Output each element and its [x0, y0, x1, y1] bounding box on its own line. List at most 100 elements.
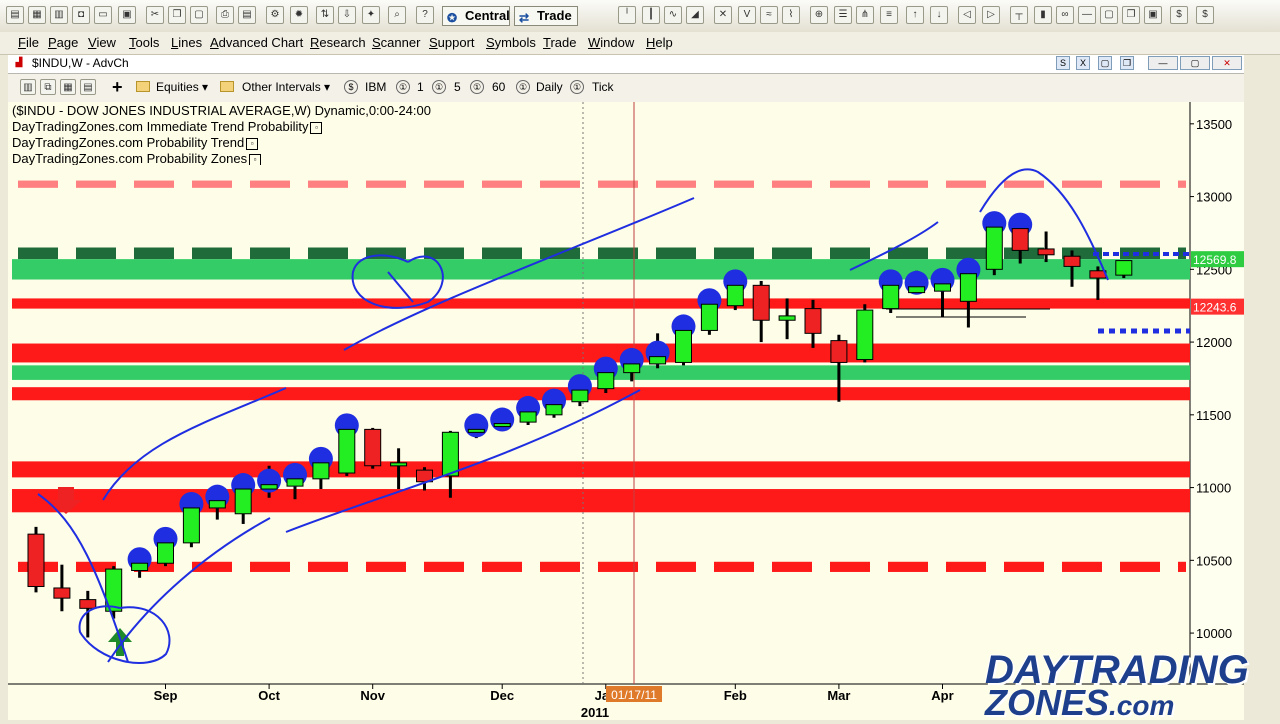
minimize-button[interactable]: — — [1148, 56, 1178, 70]
preview-icon[interactable]: ▤ — [238, 6, 256, 24]
candle-body[interactable] — [1037, 248, 1055, 256]
menu-advanced-chart[interactable]: Advanced Chart — [210, 35, 303, 50]
download-icon[interactable]: ⇩ — [338, 6, 356, 24]
scroll-right-icon[interactable]: ▷ — [982, 6, 1000, 24]
daily-button[interactable]: Daily — [536, 80, 563, 94]
price-chart[interactable]: 13500 13000 12500 12000 11500 11000 10500 10000… — [8, 102, 1244, 720]
candle-body[interactable] — [286, 478, 304, 487]
arrow-up-down-icon[interactable]: ⇅ — [316, 6, 334, 24]
maximize-button[interactable]: ▢ — [1180, 56, 1210, 70]
search-icon[interactable]: ⌕ — [388, 6, 406, 24]
arrow-up-icon[interactable]: ↑ — [906, 6, 924, 24]
trade-button[interactable]: ⇄ Trade — [514, 6, 578, 26]
grid-icon[interactable]: ▦ — [28, 6, 46, 24]
interval-60-button[interactable]: 60 — [492, 80, 505, 94]
buy-sell-2-icon[interactable]: $ — [1196, 6, 1214, 24]
menu-support[interactable]: Support — [429, 35, 475, 50]
tools-icon[interactable]: ✹ — [290, 6, 308, 24]
candle-body[interactable] — [234, 488, 252, 515]
candle-body[interactable] — [804, 308, 822, 334]
candle-body[interactable] — [649, 356, 667, 365]
candle-body[interactable] — [364, 428, 382, 467]
print-icon[interactable]: ⎙ — [216, 6, 234, 24]
candle-body[interactable] — [623, 363, 641, 374]
scroll-left-icon[interactable]: ◁ — [958, 6, 976, 24]
layers-icon[interactable]: ⧉ — [40, 79, 56, 95]
candle-body[interactable] — [597, 372, 615, 390]
candle-body[interactable] — [882, 284, 900, 310]
central-button[interactable]: ✪ Central — [442, 6, 510, 26]
candle-body[interactable] — [985, 226, 1003, 270]
tick-button[interactable]: Tick — [592, 80, 614, 94]
area-chart-icon[interactable]: ◢ — [686, 6, 704, 24]
candle-body[interactable] — [856, 309, 874, 361]
alert-icon[interactable]: ✦ — [362, 6, 380, 24]
candle-body[interactable] — [53, 587, 71, 599]
candle-body[interactable] — [208, 500, 226, 509]
windows-icon[interactable]: ❐ — [1122, 6, 1140, 24]
buy-sell-icon[interactable]: $ — [1170, 6, 1188, 24]
candle-body[interactable] — [752, 284, 770, 321]
candle-body[interactable] — [519, 411, 537, 423]
line-chart-icon[interactable]: ∿ — [664, 6, 682, 24]
candle-body[interactable] — [1063, 255, 1081, 267]
fib-icon[interactable]: ☰ — [834, 6, 852, 24]
menu-research[interactable]: Research — [310, 35, 366, 50]
candle-body[interactable] — [467, 428, 485, 433]
save-icon[interactable]: ▣ — [118, 6, 136, 24]
tile-icon[interactable]: ▤ — [80, 79, 96, 95]
candle-body[interactable] — [934, 283, 951, 292]
link-x-icon[interactable]: X — [1076, 56, 1090, 70]
menu-trade[interactable]: Trade — [543, 35, 577, 50]
candle-body[interactable] — [157, 542, 174, 564]
bag-icon[interactable]: ◘ — [72, 6, 90, 24]
candle-body[interactable] — [390, 462, 408, 467]
v-icon[interactable]: V — [738, 6, 756, 24]
candle-body[interactable] — [545, 404, 563, 416]
candle-body[interactable] — [182, 507, 200, 544]
candle-body[interactable] — [726, 284, 744, 307]
menu-window[interactable]: Window — [588, 35, 634, 50]
arrow-down-icon[interactable]: ↓ — [930, 6, 948, 24]
bar-style-icon[interactable]: ▮ — [1034, 6, 1052, 24]
link-s-icon[interactable]: S — [1056, 56, 1070, 70]
menu-lines[interactable]: Lines — [171, 35, 202, 50]
menu-tools[interactable]: Tools — [129, 35, 159, 50]
interval-5-button[interactable]: 5 — [454, 80, 461, 94]
page-icon[interactable]: ▤ — [6, 6, 24, 24]
equities-dropdown[interactable]: Equities ▾ — [156, 80, 208, 94]
candle-body[interactable] — [830, 340, 848, 363]
zoom-icon[interactable]: ⊕ — [810, 6, 828, 24]
candle-body[interactable] — [571, 389, 589, 403]
candle-tool-icon[interactable]: ┃ — [642, 6, 660, 24]
cut-icon[interactable]: ✂ — [146, 6, 164, 24]
candle-body[interactable] — [260, 484, 278, 490]
connect-icon[interactable]: ∞ — [1056, 6, 1074, 24]
candle-body[interactable] — [131, 562, 149, 572]
chart-svg[interactable]: 1350013000125001200011500110001050010000… — [8, 102, 1244, 720]
fan-icon[interactable]: ⋔ — [856, 6, 874, 24]
menu-page[interactable]: Page — [48, 35, 78, 50]
link-box-icon[interactable]: ▢ — [1098, 56, 1112, 70]
candle-body[interactable] — [79, 599, 97, 609]
close-button[interactable]: ✕ — [1212, 56, 1242, 70]
symbol-button[interactable]: IBM — [365, 80, 386, 94]
candle-body[interactable] — [778, 315, 796, 321]
candle-body[interactable] — [675, 329, 692, 363]
candle-body[interactable] — [441, 431, 459, 477]
chart-icon[interactable]: ▥ — [50, 6, 68, 24]
vertical-line-icon[interactable]: ┬ — [1010, 6, 1028, 24]
path-icon[interactable]: ⌇ — [782, 6, 800, 24]
grid-small-icon[interactable]: ▦ — [60, 79, 76, 95]
folder-open-icon[interactable]: ▭ — [94, 6, 112, 24]
candle-body[interactable] — [959, 273, 977, 302]
candle-body[interactable] — [908, 286, 926, 294]
candle-body[interactable] — [493, 423, 511, 428]
candle-body[interactable] — [700, 303, 718, 331]
window-icon[interactable]: ▢ — [1100, 6, 1118, 24]
cross-icon[interactable]: ✕ — [714, 6, 732, 24]
settings-icon[interactable]: ⚙ — [266, 6, 284, 24]
paste-icon[interactable]: ▢ — [190, 6, 208, 24]
candle-body[interactable] — [312, 462, 330, 480]
multi-window-icon[interactable]: ▣ — [1144, 6, 1162, 24]
